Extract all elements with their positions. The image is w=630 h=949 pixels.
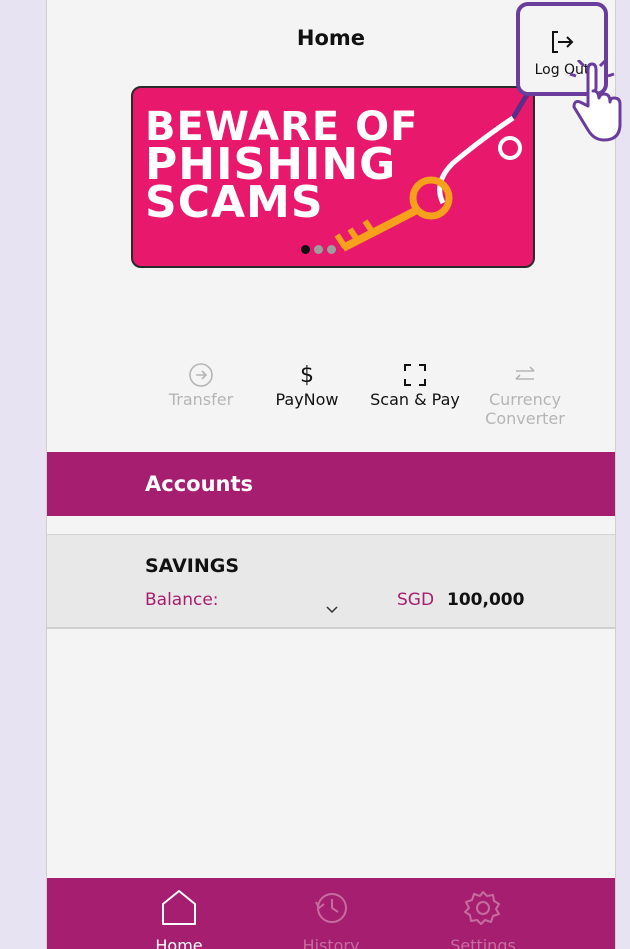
- scan-frame-icon: [365, 360, 465, 390]
- carousel-dots[interactable]: [301, 245, 336, 254]
- bottom-nav: Home History Settings: [47, 878, 615, 949]
- nav-home-label: Home: [155, 936, 203, 949]
- paynow-button[interactable]: $ PayNow: [257, 360, 357, 410]
- logout-arrow-icon: [552, 31, 574, 53]
- transfer-label: Transfer: [168, 390, 234, 409]
- nav-history[interactable]: History: [271, 888, 391, 949]
- balance-label: Balance:: [145, 590, 219, 610]
- dollar-icon: $: [300, 362, 314, 388]
- paynow-label: PayNow: [275, 390, 339, 409]
- currency-converter-button[interactable]: Currency Converter: [475, 360, 575, 428]
- scan-pay-label: Scan & Pay: [370, 390, 460, 409]
- nav-history-label: History: [302, 936, 360, 949]
- chevron-down-icon[interactable]: [325, 605, 339, 615]
- transfer-button[interactable]: Transfer: [151, 360, 251, 409]
- home-icon: [162, 890, 196, 925]
- nav-settings[interactable]: Settings: [423, 888, 543, 949]
- currency-converter-label: Currency Converter: [485, 390, 565, 428]
- gear-icon: [464, 891, 500, 925]
- carousel-dot-3[interactable]: [327, 245, 336, 254]
- account-name: SAVINGS: [145, 555, 240, 577]
- nav-home[interactable]: Home: [119, 888, 239, 949]
- nav-settings-label: Settings: [450, 936, 516, 949]
- key-hook-illustration: [334, 88, 533, 252]
- phone-screen: Home BEWARE OF PHISHING SCAMS Transfer $…: [46, 0, 616, 949]
- account-card-savings[interactable]: SAVINGS Balance: SGD 100,000: [47, 534, 615, 629]
- carousel-dot-2[interactable]: [314, 245, 323, 254]
- quick-actions: Transfer $ PayNow Scan & Pay Currency Co…: [127, 360, 565, 440]
- scan-pay-button[interactable]: Scan & Pay: [365, 360, 465, 409]
- accounts-header: Accounts: [47, 452, 615, 516]
- carousel-dot-1[interactable]: [301, 245, 310, 254]
- history-clock-icon: [315, 893, 347, 923]
- swap-arrows-icon: [475, 360, 575, 390]
- arrow-circle-right-icon: [151, 360, 251, 390]
- balance-currency: SGD: [397, 590, 435, 610]
- balance-amount: 100,000: [447, 590, 525, 610]
- pointing-hand-icon: [569, 60, 622, 142]
- promo-banner[interactable]: BEWARE OF PHISHING SCAMS: [131, 86, 535, 268]
